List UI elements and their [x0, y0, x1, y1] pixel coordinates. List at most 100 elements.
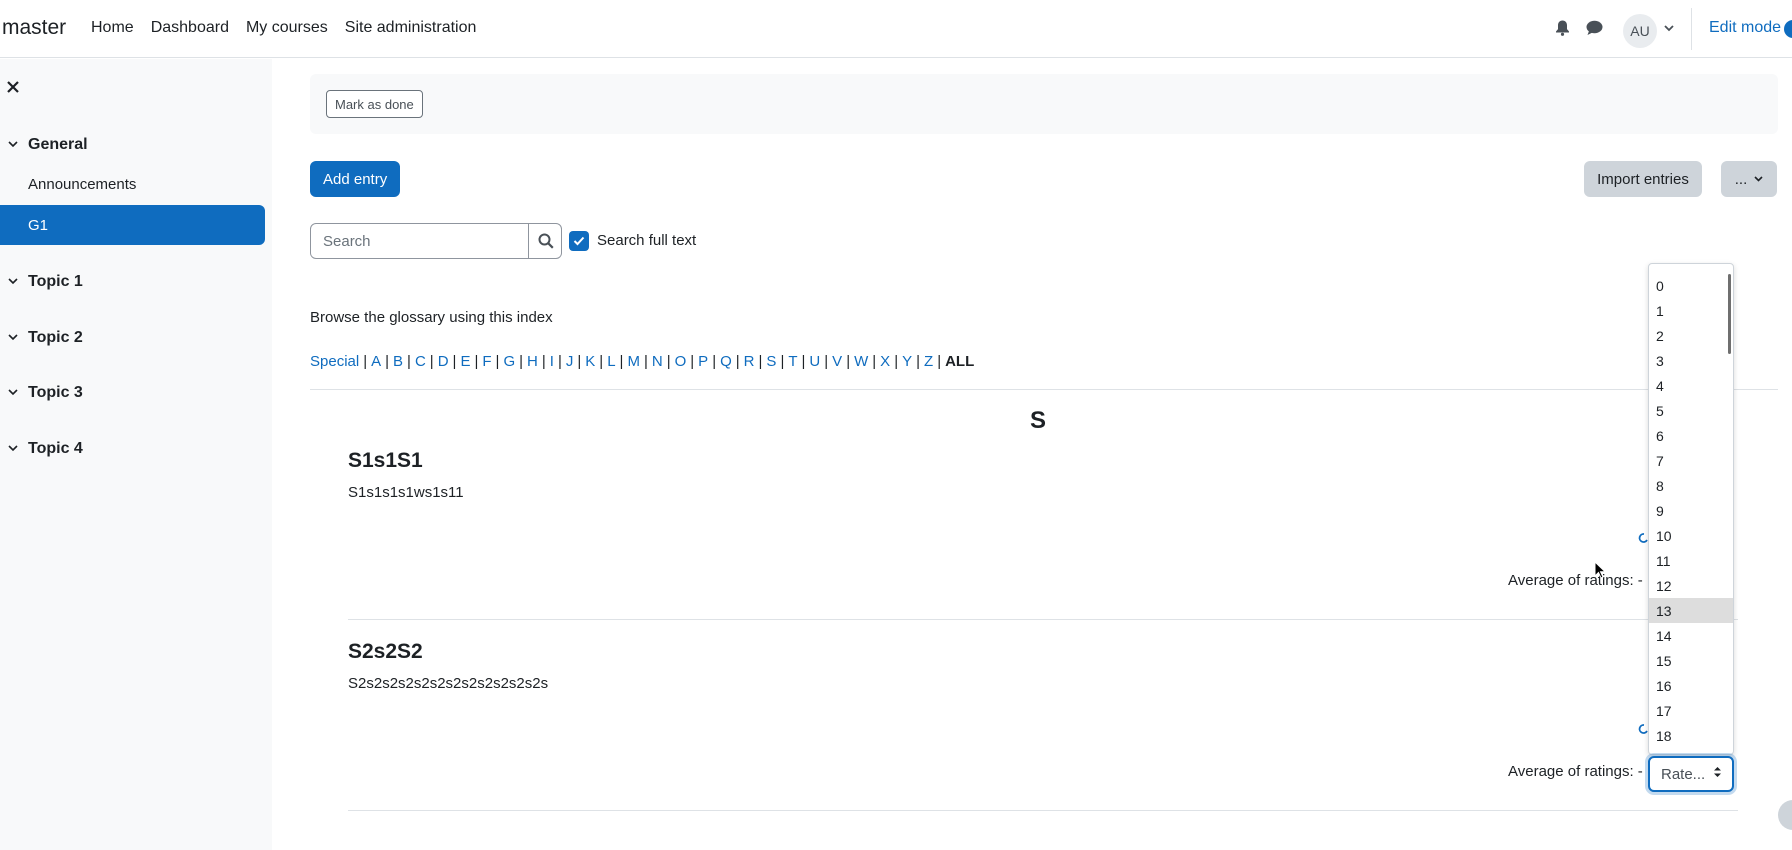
alphabet-link-e[interactable]: E: [460, 353, 470, 370]
alphabet-link-u[interactable]: U: [809, 353, 820, 370]
entry-body: S1s1s1s1ws1s11: [348, 484, 464, 501]
alphabet-separator: |: [474, 353, 479, 370]
drawer-item-g1[interactable]: G1: [0, 205, 265, 245]
alphabet-index: Special | A | B | C | D | E | F | G | H | I | J | K | L | M | N | O | P |…: [310, 353, 974, 370]
alphabet-link-k[interactable]: K: [585, 353, 595, 370]
alphabet-link-a[interactable]: A: [371, 353, 381, 370]
rating-option[interactable]: 0: [1649, 273, 1733, 298]
alphabet-link-j[interactable]: J: [566, 353, 574, 370]
nav-link-my-courses[interactable]: My courses: [246, 19, 328, 37]
add-entry-button[interactable]: Add entry: [310, 161, 401, 197]
rating-option[interactable]: 5: [1649, 398, 1733, 423]
site-brand[interactable]: master: [2, 16, 66, 40]
nav-link-site-administration[interactable]: Site administration: [345, 19, 477, 37]
select-caret-icon: [1713, 766, 1722, 780]
alphabet-link-l[interactable]: L: [607, 353, 615, 370]
alphabet-separator: |: [385, 353, 390, 370]
activity-completion-box: Mark as done: [310, 74, 1778, 134]
section-label: General: [28, 136, 88, 153]
alphabet-link-b[interactable]: B: [393, 353, 403, 370]
alphabet-link-f[interactable]: F: [482, 353, 491, 370]
divider: [348, 619, 1738, 620]
nav-divider: [1691, 8, 1692, 50]
edit-mode-label[interactable]: Edit mode: [1709, 19, 1781, 37]
alphabet-link-h[interactable]: H: [527, 353, 538, 370]
rating-select[interactable]: Rate...: [1648, 756, 1734, 792]
alphabet-link-i[interactable]: I: [550, 353, 554, 370]
alphabet-all[interactable]: ALL: [945, 353, 974, 370]
alphabet-link-q[interactable]: Q: [720, 353, 732, 370]
rating-option[interactable]: 15: [1649, 648, 1733, 673]
search-input[interactable]: [311, 224, 529, 258]
alphabet-separator: |: [801, 353, 806, 370]
search-icon: [538, 233, 554, 249]
alphabet-link-v[interactable]: V: [832, 353, 842, 370]
rating-option[interactable]: 4: [1649, 373, 1733, 398]
alphabet-link-special[interactable]: Special: [310, 353, 359, 370]
alphabet-separator: |: [872, 353, 877, 370]
search-button[interactable]: [528, 223, 562, 259]
alphabet-separator: |: [643, 353, 648, 370]
nav-link-dashboard[interactable]: Dashboard: [151, 19, 229, 37]
alphabet-link-g[interactable]: G: [503, 353, 515, 370]
chevron-down-icon[interactable]: [1664, 23, 1674, 35]
rating-option[interactable]: 18: [1649, 723, 1733, 748]
rating-option[interactable]: 7: [1649, 448, 1733, 473]
rating-option[interactable]: 3: [1649, 348, 1733, 373]
alphabet-link-n[interactable]: N: [652, 353, 663, 370]
alphabet-separator: |: [780, 353, 785, 370]
user-avatar[interactable]: AU: [1623, 14, 1657, 48]
close-icon[interactable]: [6, 77, 20, 100]
alphabet-link-m[interactable]: M: [627, 353, 640, 370]
rating-option[interactable]: 2: [1649, 323, 1733, 348]
search-full-text-checkbox[interactable]: [569, 231, 589, 251]
search-full-text-label[interactable]: Search full text: [597, 232, 696, 249]
rating-option[interactable]: 13: [1649, 598, 1733, 623]
letter-heading: S: [1030, 407, 1047, 434]
import-entries-button[interactable]: Import entries: [1584, 161, 1702, 197]
alphabet-link-s[interactable]: S: [766, 353, 776, 370]
alphabet-link-y[interactable]: Y: [902, 353, 912, 370]
alphabet-link-r[interactable]: R: [744, 353, 755, 370]
rating-option[interactable]: 11: [1649, 548, 1733, 573]
chevron-down-icon: [8, 334, 18, 341]
alphabet-link-d[interactable]: D: [438, 353, 449, 370]
rating-option[interactable]: 9: [1649, 498, 1733, 523]
alphabet-separator: |: [712, 353, 717, 370]
alphabet-separator: |: [916, 353, 921, 370]
edit-mode-toggle[interactable]: [1784, 20, 1792, 38]
alphabet-link-c[interactable]: C: [415, 353, 426, 370]
alphabet-separator: |: [824, 353, 829, 370]
rating-dropdown-list[interactable]: 0 1 2 3 4 5 6 7 8 9 10 11 12 13 14 15 16 17 18: [1648, 263, 1734, 755]
nav-link-home[interactable]: Home: [91, 19, 134, 37]
alphabet-link-w[interactable]: W: [854, 353, 868, 370]
drawer-item-announcements[interactable]: Announcements: [28, 176, 136, 193]
rating-option[interactable]: 14: [1649, 623, 1733, 648]
alphabet-separator: |: [541, 353, 546, 370]
alphabet-separator: |: [937, 353, 942, 370]
alphabet-link-z[interactable]: Z: [924, 353, 933, 370]
bell-icon[interactable]: [1553, 19, 1571, 37]
course-index-drawer: General Announcements G1 Topic 1 Topic 2…: [0, 59, 272, 850]
more-actions-button[interactable]: ...: [1721, 161, 1777, 197]
mark-as-done-button[interactable]: Mark as done: [326, 90, 423, 118]
alphabet-separator: |: [690, 353, 695, 370]
alphabet-link-x[interactable]: X: [880, 353, 890, 370]
alphabet-link-p[interactable]: P: [698, 353, 708, 370]
alphabet-link-t[interactable]: T: [788, 353, 797, 370]
average-ratings-label: Average of ratings: -: [1508, 763, 1643, 780]
rating-option[interactable]: 12: [1649, 573, 1733, 598]
rating-option[interactable]: 6: [1649, 423, 1733, 448]
rating-option[interactable]: 8: [1649, 473, 1733, 498]
entry-title: S1s1S1: [348, 449, 423, 472]
rating-option[interactable]: 10: [1649, 523, 1733, 548]
alphabet-separator: |: [619, 353, 624, 370]
chevron-down-icon: [8, 141, 18, 148]
rating-option[interactable]: 17: [1649, 698, 1733, 723]
alphabet-link-o[interactable]: O: [675, 353, 687, 370]
alphabet-separator: |: [429, 353, 434, 370]
chat-icon[interactable]: [1585, 19, 1603, 37]
alphabet-separator: |: [846, 353, 851, 370]
rating-option[interactable]: 16: [1649, 673, 1733, 698]
rating-option[interactable]: 1: [1649, 298, 1733, 323]
